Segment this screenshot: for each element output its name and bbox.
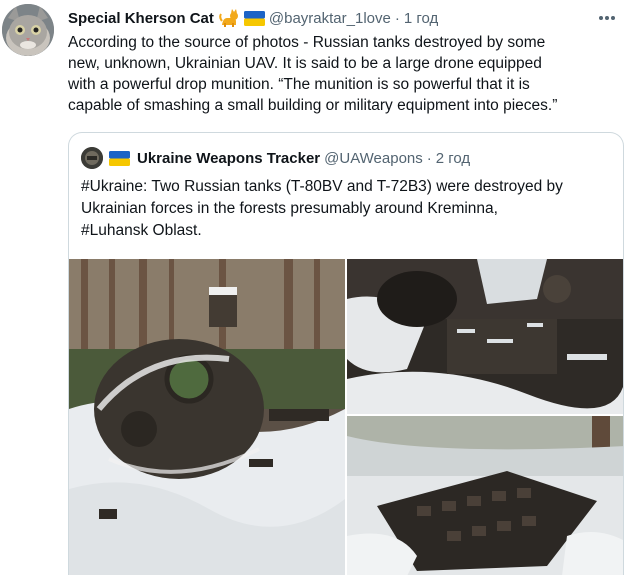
ukraine-flag-icon xyxy=(109,150,130,166)
author-avatar[interactable] xyxy=(2,4,54,56)
quoted-author-handle[interactable]: @UAWeapons xyxy=(324,150,423,167)
photo-destroyed-tank-turret[interactable] xyxy=(69,259,345,575)
author-handle[interactable]: @bayraktar_1love xyxy=(269,10,391,27)
quoted-tweet[interactable]: Ukraine Weapons Tracker @UAWeapons · 2 г… xyxy=(68,132,624,575)
photo-grid xyxy=(69,259,623,575)
tweet-time[interactable]: 1 год xyxy=(404,10,438,27)
more-options-icon[interactable] xyxy=(596,8,618,28)
ukraine-flag-icon xyxy=(243,10,265,26)
quoted-tweet-header: Ukraine Weapons Tracker @UAWeapons · 2 г… xyxy=(81,147,470,169)
separator-dot: · xyxy=(394,9,400,27)
quoted-author-name[interactable]: Ukraine Weapons Tracker xyxy=(137,150,320,167)
photo-tank-tracks-snow[interactable] xyxy=(347,416,623,575)
tweet-text: According to the source of photos - Russ… xyxy=(68,34,558,114)
photo-tank-wreckage-snow[interactable] xyxy=(347,259,623,414)
tweet-header: Special Kherson Cat @bayraktar_1love · 1… xyxy=(68,8,624,28)
quoted-tweet-time[interactable]: 2 год xyxy=(436,150,470,167)
separator-dot: · xyxy=(426,149,432,167)
author-name[interactable]: Special Kherson Cat xyxy=(68,10,214,27)
quoted-author-avatar[interactable] xyxy=(81,147,103,169)
cat-emoji-icon xyxy=(219,9,239,27)
quoted-tweet-text: #Ukraine: Two Russian tanks (T-80BV and … xyxy=(81,178,563,239)
